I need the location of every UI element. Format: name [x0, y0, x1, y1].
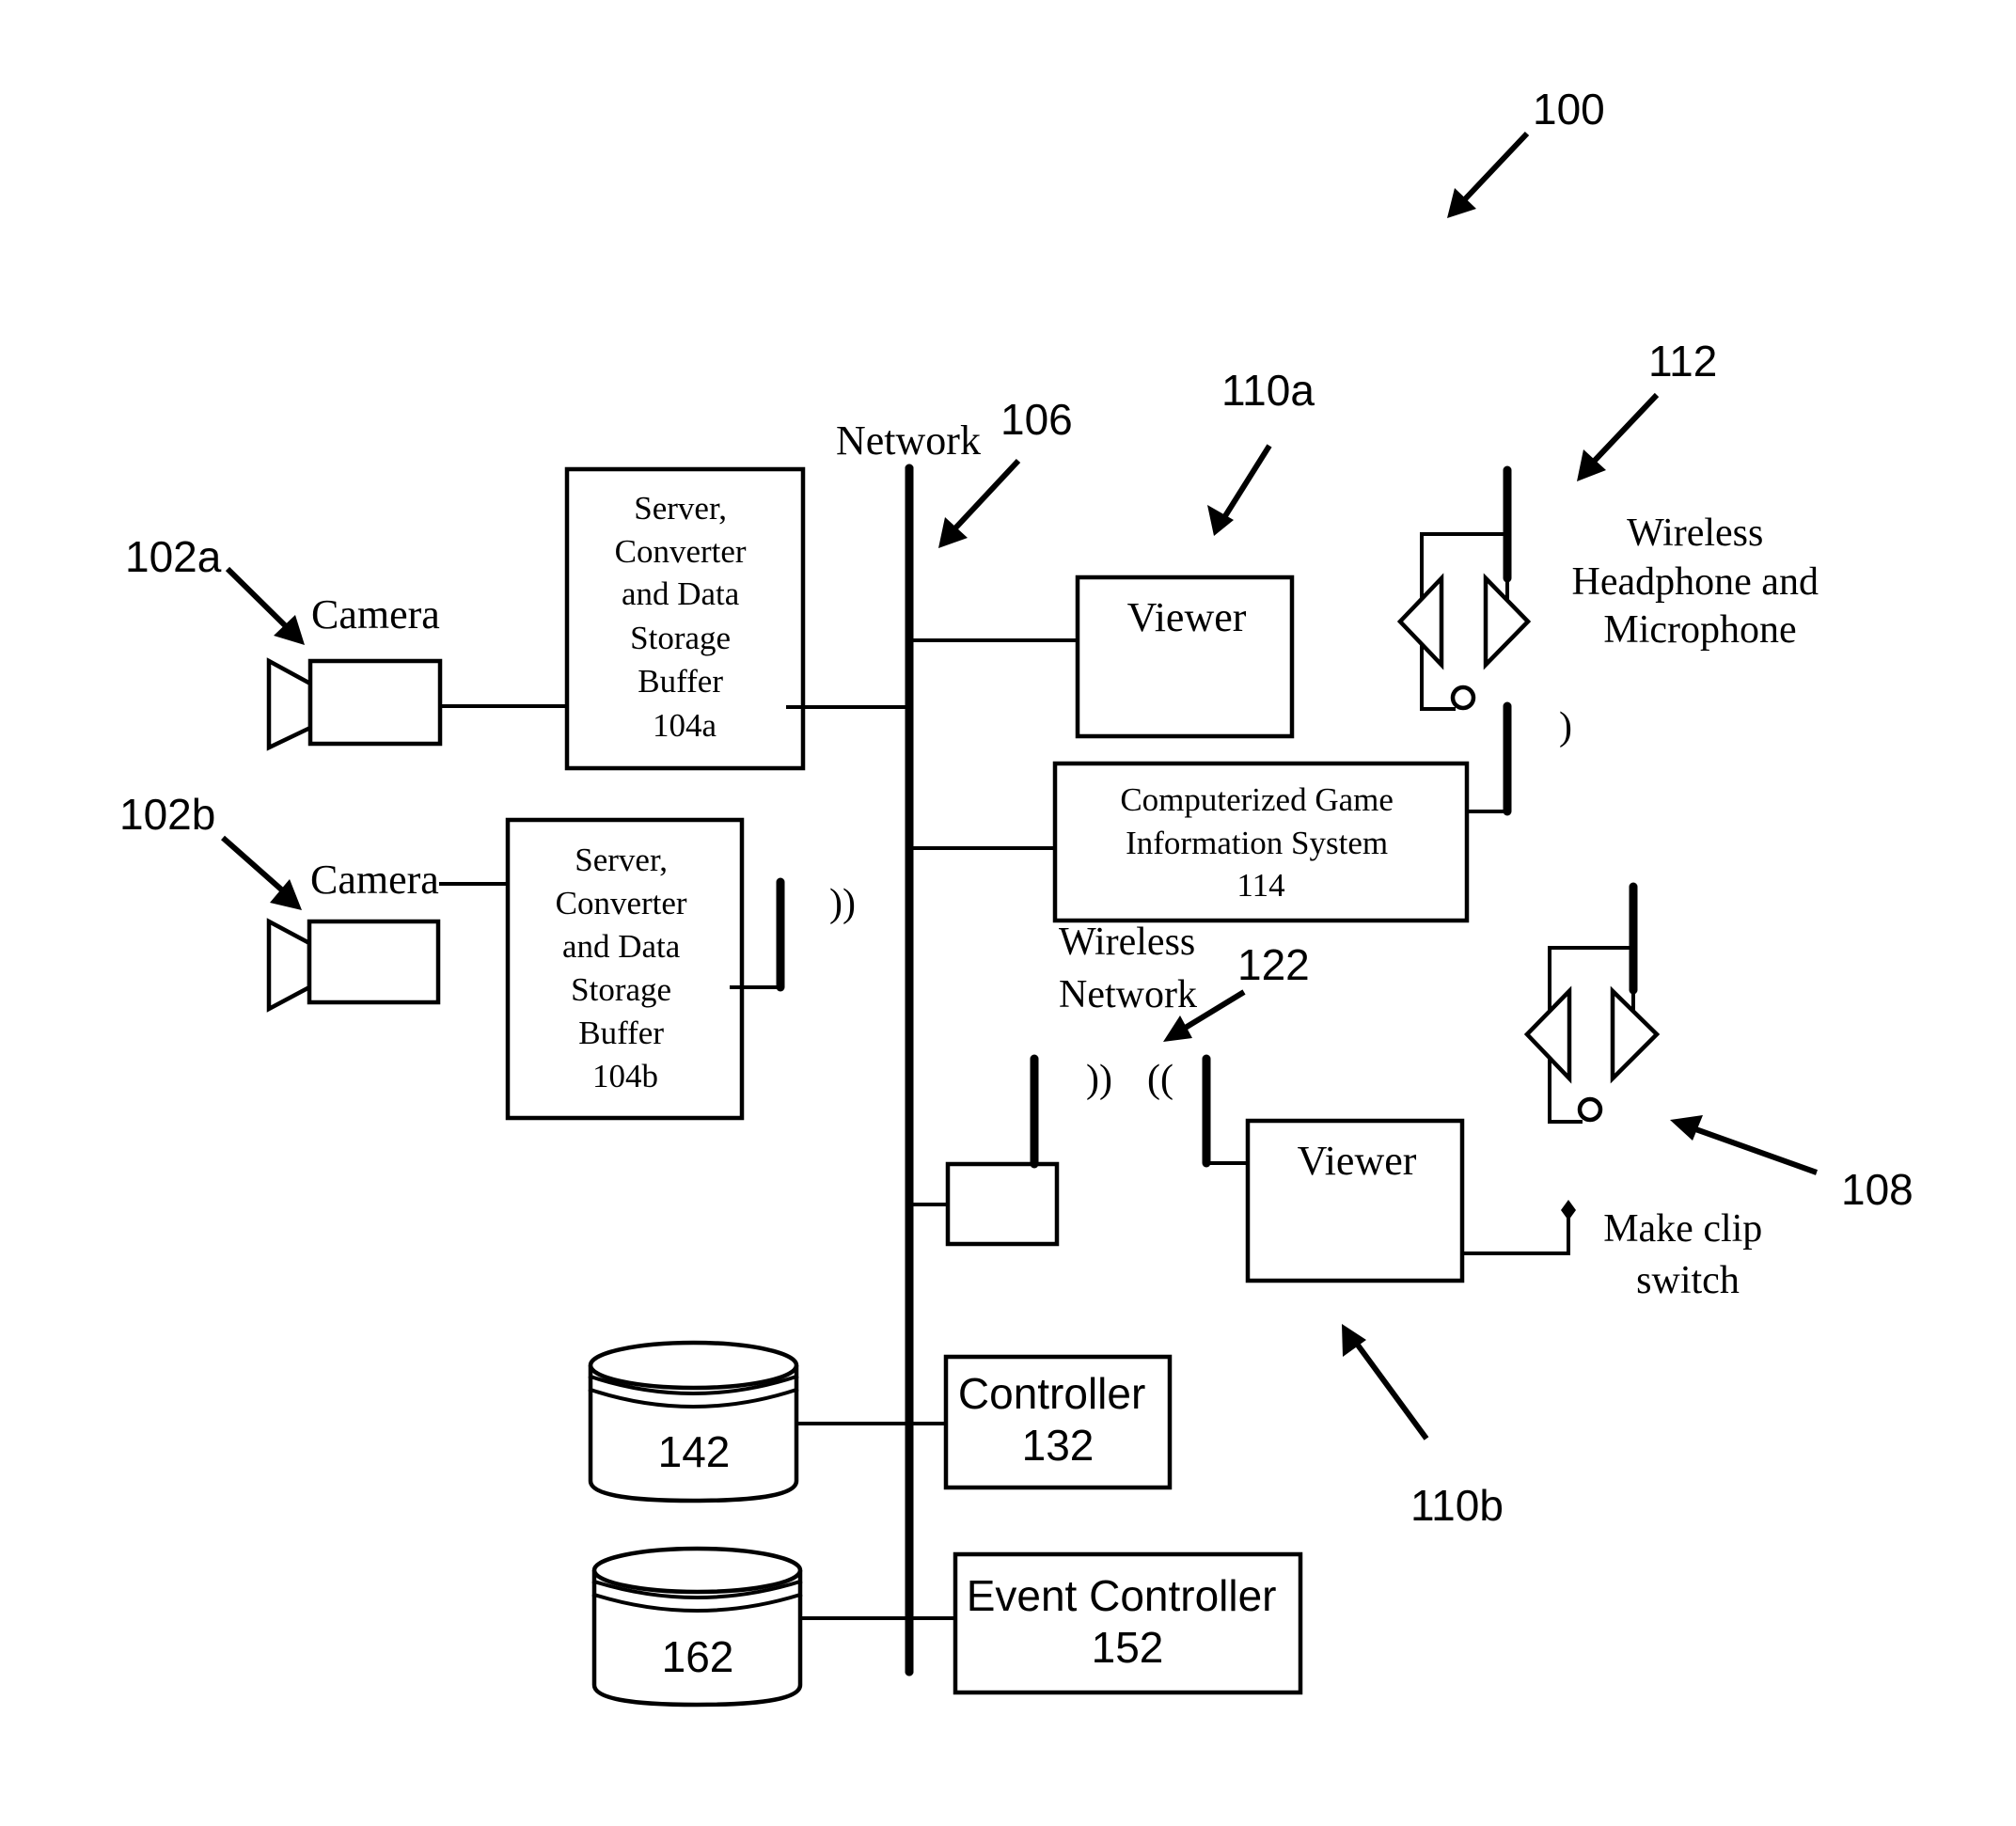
camera-102a-label: Camera [311, 591, 440, 638]
camera-lens-icon [266, 657, 313, 751]
access-point-box [945, 1161, 1060, 1247]
arrow-110a-shaft [1221, 444, 1272, 521]
buffer-104b: Server, Converter and Data Storage Buffe… [505, 817, 856, 1121]
switch-button-icon[interactable] [1561, 1200, 1576, 1220]
viewer-110b-reference: 110b [1410, 1481, 1504, 1530]
database-icon [591, 1546, 803, 1708]
arrow-112-shaft [1586, 392, 1660, 469]
clip-switch-label: Make clip switch [1603, 1207, 1772, 1302]
signal-waves-icon: )) [829, 882, 856, 925]
signal-out-icon: )) [1086, 1058, 1112, 1101]
event-controller-152: Event Controller 152 [953, 1551, 1303, 1695]
signal-wave-icon: ) [1559, 705, 1572, 748]
network-label: Network [836, 417, 981, 464]
database-162: 162 [591, 1546, 957, 1708]
camera-body-icon [307, 919, 441, 1005]
wireless-network-label: Wireless Network [1059, 921, 1205, 1016]
headset-reference: 108 [1841, 1165, 1914, 1214]
network-reference: 106 [1000, 395, 1073, 444]
wireless-network-reference: 122 [1237, 940, 1310, 989]
headphone-label: Wireless Headphone and Microphone [1572, 512, 1829, 652]
database-162-label: 162 [662, 1632, 734, 1681]
camera-body-icon [307, 658, 443, 747]
headset-icon [1523, 882, 1661, 1124]
camera-102b-label: Camera [310, 857, 439, 903]
camera-lens-icon [266, 918, 312, 1013]
buffer-104a: Server, Converter and Data Storage Buffe… [564, 466, 911, 771]
camera-102b-reference: 102b [119, 790, 215, 839]
arrow-102b-shaft [221, 835, 290, 898]
database-icon [588, 1340, 799, 1503]
arrow-102a-shaft [225, 566, 294, 635]
viewer-110a-reference: 110a [1221, 366, 1315, 415]
arrow-100-shaft [1460, 131, 1530, 204]
arrow-110b-shaft [1351, 1338, 1429, 1440]
figure-reference-label: 100 [1533, 85, 1605, 134]
arrow-108-shaft [1686, 1124, 1819, 1175]
headphone-reference: 112 [1648, 337, 1717, 386]
camera-102b: 102b Camera [119, 790, 525, 1013]
database-142: 142 [588, 1340, 948, 1503]
camera-102a-reference: 102a [125, 532, 222, 581]
headphone-icon [1396, 465, 1532, 711]
controller-132: Controller 132 [943, 1354, 1173, 1490]
headset-108: 108 [1523, 882, 1914, 1214]
signal-in-icon: (( [1147, 1058, 1173, 1101]
viewer-110b-label: Viewer [1298, 1138, 1417, 1184]
clip-switch-link [1460, 1216, 1570, 1255]
headphone-112: 112 Wireless Headphone and Microphone ) [1396, 337, 1829, 748]
database-142-label: 142 [658, 1427, 731, 1476]
viewer-110a-label: Viewer [1127, 594, 1247, 640]
arrow-106-shaft [949, 458, 1021, 535]
system-diagram: 100 Network 106 102a Camera Server, Conv… [119, 85, 1914, 1708]
figure-reference-100: 100 [1447, 85, 1605, 218]
camera-102a: 102a Camera [125, 532, 569, 751]
